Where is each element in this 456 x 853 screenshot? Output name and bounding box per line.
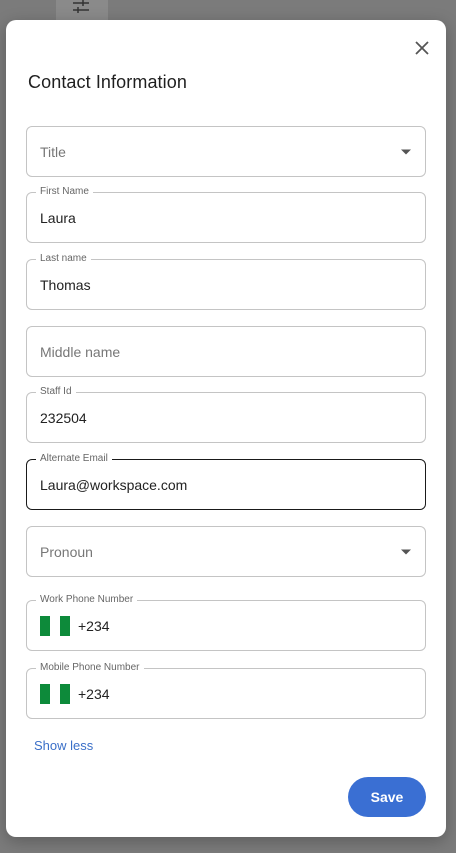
staff-id-value: 232504 — [40, 409, 87, 426]
pronoun-placeholder: Pronoun — [40, 543, 93, 560]
middle-name-placeholder: Middle name — [40, 343, 121, 360]
first-name-value: Laura — [40, 209, 76, 226]
work-phone-code: +234 — [78, 617, 110, 634]
pronoun-select[interactable]: Pronoun — [26, 526, 426, 577]
mobile-phone-code: +234 — [78, 685, 110, 702]
staff-id-label: Staff Id — [36, 386, 76, 398]
last-name-label: Last name — [36, 253, 91, 265]
work-phone-label: Work Phone Number — [36, 594, 138, 606]
first-name-field[interactable]: First Name Laura — [26, 186, 426, 243]
mobile-phone-label: Mobile Phone Number — [36, 662, 144, 674]
alternate-email-label: Alternate Email — [36, 453, 112, 465]
sliders-icon — [72, 0, 90, 16]
middle-name-field[interactable]: Middle name — [26, 326, 426, 377]
save-button[interactable]: Save — [348, 777, 426, 817]
last-name-field[interactable]: Last name Thomas — [26, 253, 426, 310]
close-button[interactable] — [406, 34, 438, 66]
alternate-email-field[interactable]: Alternate Email Laura@workspace.com — [26, 453, 426, 510]
nigeria-flag-icon[interactable] — [40, 683, 70, 704]
chevron-down-icon — [401, 549, 411, 554]
staff-id-field[interactable]: Staff Id 232504 — [26, 386, 426, 443]
nigeria-flag-icon[interactable] — [40, 615, 70, 636]
title-select[interactable]: Title — [26, 126, 426, 177]
first-name-label: First Name — [36, 186, 93, 198]
chevron-down-icon — [401, 149, 411, 154]
title-placeholder: Title — [40, 143, 66, 160]
alternate-email-value: Laura@workspace.com — [40, 476, 188, 493]
dialog-title: Contact Information — [28, 72, 187, 92]
last-name-value: Thomas — [40, 276, 91, 293]
close-icon — [415, 40, 429, 60]
work-phone-field[interactable]: Work Phone Number +234 — [26, 594, 426, 651]
show-less-link[interactable]: Show less — [34, 738, 93, 753]
mobile-phone-field[interactable]: Mobile Phone Number +234 — [26, 662, 426, 719]
